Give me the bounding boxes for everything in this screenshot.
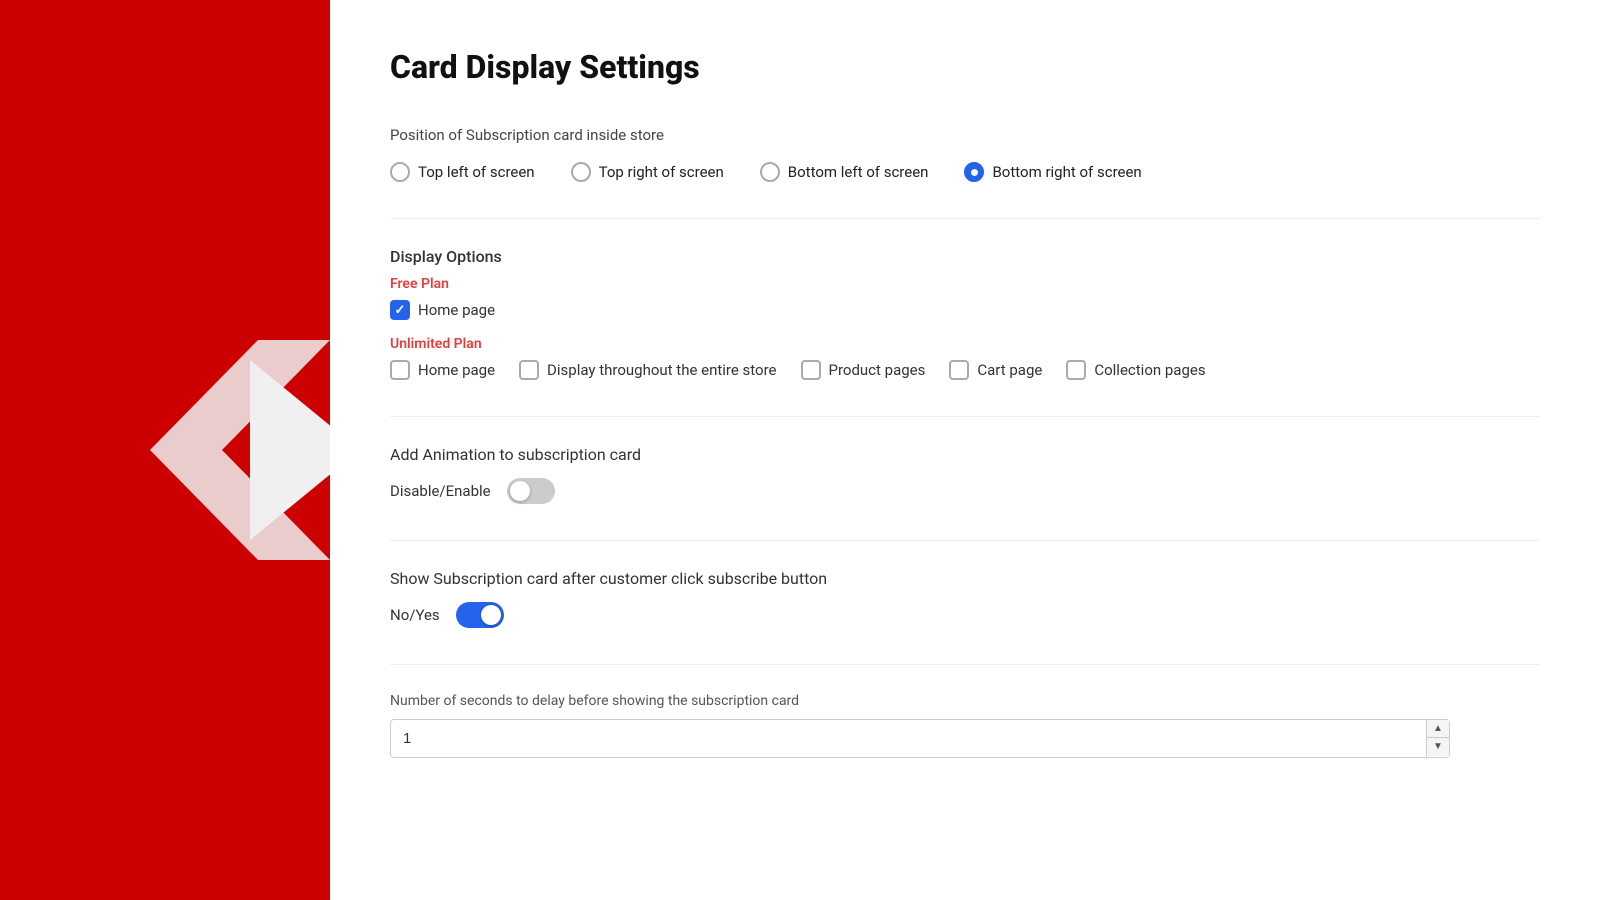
checkbox-label-entire-store: Display throughout the entire store — [547, 361, 776, 379]
spinner-up-button[interactable]: ▲ — [1427, 720, 1449, 738]
animation-toggle-knob — [510, 481, 530, 501]
radio-bottom-left[interactable] — [760, 162, 780, 182]
animation-toggle-label: Disable/Enable — [390, 482, 491, 500]
checkbox-entire-store[interactable] — [519, 360, 539, 380]
unlimited-plan-checkbox-group: Home page Display throughout the entire … — [390, 360, 1540, 380]
checkbox-item-home-free[interactable]: Home page — [390, 300, 495, 320]
position-section: Position of Subscription card inside sto… — [390, 126, 1540, 182]
checkbox-item-cart-page[interactable]: Cart page — [949, 360, 1042, 380]
checkbox-label-home-unlimited: Home page — [418, 361, 495, 379]
checkbox-cart-page[interactable] — [949, 360, 969, 380]
radio-item-top-right[interactable]: Top right of screen — [571, 162, 724, 182]
unlimited-plan-label: Unlimited Plan — [390, 336, 1540, 352]
checkbox-label-home-free: Home page — [418, 301, 495, 319]
delay-spinner: ▲ ▼ — [1426, 720, 1449, 757]
radio-label-bottom-right: Bottom right of screen — [992, 163, 1141, 181]
main-content: Card Display Settings Position of Subscr… — [330, 0, 1600, 900]
checkbox-item-home-unlimited[interactable]: Home page — [390, 360, 495, 380]
divider-2 — [390, 416, 1540, 417]
divider-4 — [390, 664, 1540, 665]
radio-bottom-right[interactable] — [964, 162, 984, 182]
delay-section: Number of seconds to delay before showin… — [390, 693, 1540, 758]
radio-label-bottom-left: Bottom left of screen — [788, 163, 929, 181]
checkbox-label-collection-pages: Collection pages — [1094, 361, 1205, 379]
display-options-section: Display Options Free Plan Home page Unli… — [390, 247, 1540, 380]
show-after-subscribe-section: Show Subscription card after customer cl… — [390, 569, 1540, 628]
checkbox-item-entire-store[interactable]: Display throughout the entire store — [519, 360, 776, 380]
sidebar-decoration — [150, 340, 330, 560]
show-after-subscribe-title: Show Subscription card after customer cl… — [390, 569, 1540, 588]
animation-section-title: Add Animation to subscription card — [390, 445, 1540, 464]
subscribe-toggle-knob — [481, 605, 501, 625]
position-section-label: Position of Subscription card inside sto… — [390, 126, 1540, 144]
position-radio-group: Top left of screen Top right of screen B… — [390, 162, 1540, 182]
delay-label: Number of seconds to delay before showin… — [390, 693, 1540, 709]
checkbox-home-free[interactable] — [390, 300, 410, 320]
divider-1 — [390, 218, 1540, 219]
subscribe-toggle-container: No/Yes — [390, 602, 1540, 628]
checkbox-label-cart-page: Cart page — [977, 361, 1042, 379]
radio-item-bottom-right[interactable]: Bottom right of screen — [964, 162, 1141, 182]
sidebar — [0, 0, 330, 900]
radio-item-bottom-left[interactable]: Bottom left of screen — [760, 162, 929, 182]
radio-top-left[interactable] — [390, 162, 410, 182]
checkbox-item-product-pages[interactable]: Product pages — [801, 360, 926, 380]
radio-label-top-right: Top right of screen — [599, 163, 724, 181]
delay-input[interactable] — [391, 720, 1426, 757]
display-options-title: Display Options — [390, 247, 1540, 266]
checkbox-collection-pages[interactable] — [1066, 360, 1086, 380]
delay-input-wrapper: ▲ ▼ — [390, 719, 1450, 758]
subscribe-toggle-label: No/Yes — [390, 606, 440, 624]
radio-item-top-left[interactable]: Top left of screen — [390, 162, 535, 182]
animation-toggle-container: Disable/Enable — [390, 478, 1540, 504]
spinner-down-button[interactable]: ▼ — [1427, 738, 1449, 756]
subscribe-toggle[interactable] — [456, 602, 504, 628]
checkbox-item-collection-pages[interactable]: Collection pages — [1066, 360, 1205, 380]
page-title: Card Display Settings — [390, 48, 1540, 86]
checkbox-label-product-pages: Product pages — [829, 361, 926, 379]
divider-3 — [390, 540, 1540, 541]
animation-section: Add Animation to subscription card Disab… — [390, 445, 1540, 504]
free-plan-checkbox-group: Home page — [390, 300, 1540, 320]
chevron-icon — [150, 340, 330, 560]
radio-label-top-left: Top left of screen — [418, 163, 535, 181]
checkbox-home-unlimited[interactable] — [390, 360, 410, 380]
animation-toggle[interactable] — [507, 478, 555, 504]
radio-top-right[interactable] — [571, 162, 591, 182]
checkbox-product-pages[interactable] — [801, 360, 821, 380]
free-plan-label: Free Plan — [390, 276, 1540, 292]
